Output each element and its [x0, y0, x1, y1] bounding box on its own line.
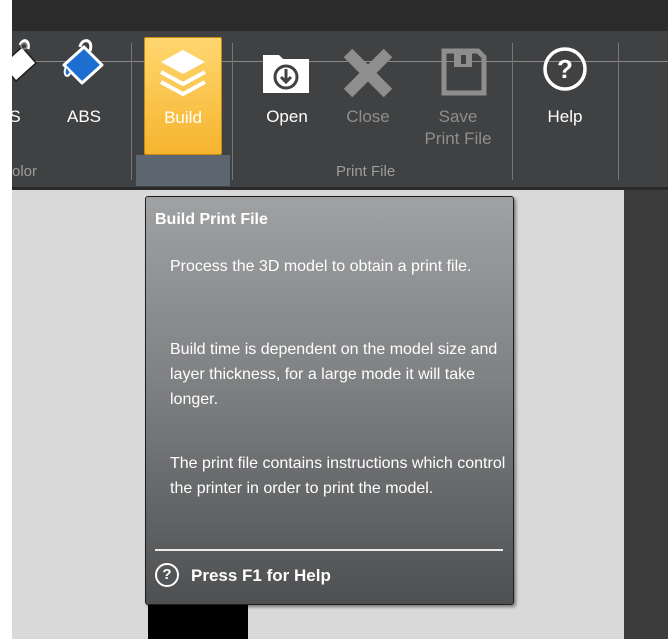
help-button-label: Help	[547, 107, 583, 126]
build-button[interactable]: Build	[144, 37, 222, 155]
left-margin	[0, 0, 12, 639]
color-button-partial-label: S	[12, 107, 21, 126]
svg-text:?: ?	[557, 54, 573, 84]
tooltip-paragraph: Process the 3D model to obtain a print f…	[170, 258, 472, 275]
model-preview-fragment	[148, 600, 248, 639]
print-file-group-label: Print File	[336, 163, 396, 180]
build-tooltip: Build Print File Process the 3D model to…	[145, 196, 514, 605]
app-window: S ABS Build Open Close Save Print File ?…	[12, 0, 668, 639]
right-side-panel	[624, 190, 668, 639]
close-button[interactable]: Close	[332, 31, 404, 141]
open-button[interactable]: Open	[255, 31, 319, 141]
tooltip-title: Build Print File	[155, 211, 268, 228]
tooltip-divider	[155, 549, 503, 551]
tooltip-paragraph: Build time is dependent on the model siz…	[170, 341, 498, 408]
close-x-icon	[343, 48, 393, 98]
abs-color-button[interactable]: ABS	[58, 31, 110, 141]
ribbon-separator	[618, 43, 619, 180]
save-print-file-button[interactable]: Save Print File	[416, 31, 512, 161]
open-button-label: Open	[266, 107, 308, 126]
abs-button-label: ABS	[66, 107, 102, 126]
build-button-pressed-area	[136, 155, 230, 186]
ribbon: S ABS Build Open Close Save Print File ?…	[12, 31, 668, 191]
ribbon-separator	[512, 43, 513, 180]
help-circle-icon: ?	[543, 47, 587, 91]
title-bar	[12, 0, 668, 31]
save-button-label-line1: Save	[438, 107, 478, 126]
help-button[interactable]: ? Help	[530, 31, 600, 141]
help-circle-icon: ?	[155, 563, 179, 587]
layers-icon	[160, 50, 206, 96]
save-button-label-line2: Print File	[424, 129, 492, 148]
color-button-partial[interactable]: S	[12, 31, 42, 141]
paint-bucket-icon	[62, 39, 104, 85]
folder-icon	[263, 55, 309, 93]
close-button-label: Close	[346, 107, 390, 126]
color-group-label: olor	[12, 163, 38, 180]
build-button-label: Build	[164, 108, 202, 127]
ribbon-separator	[131, 43, 132, 180]
tooltip-help-hint: Press F1 for Help	[191, 566, 331, 585]
floppy-disk-icon	[441, 48, 487, 96]
paint-bucket-icon	[12, 39, 38, 83]
tooltip-paragraph: The print file contains instructions whi…	[170, 455, 506, 497]
ribbon-separator	[232, 43, 233, 180]
